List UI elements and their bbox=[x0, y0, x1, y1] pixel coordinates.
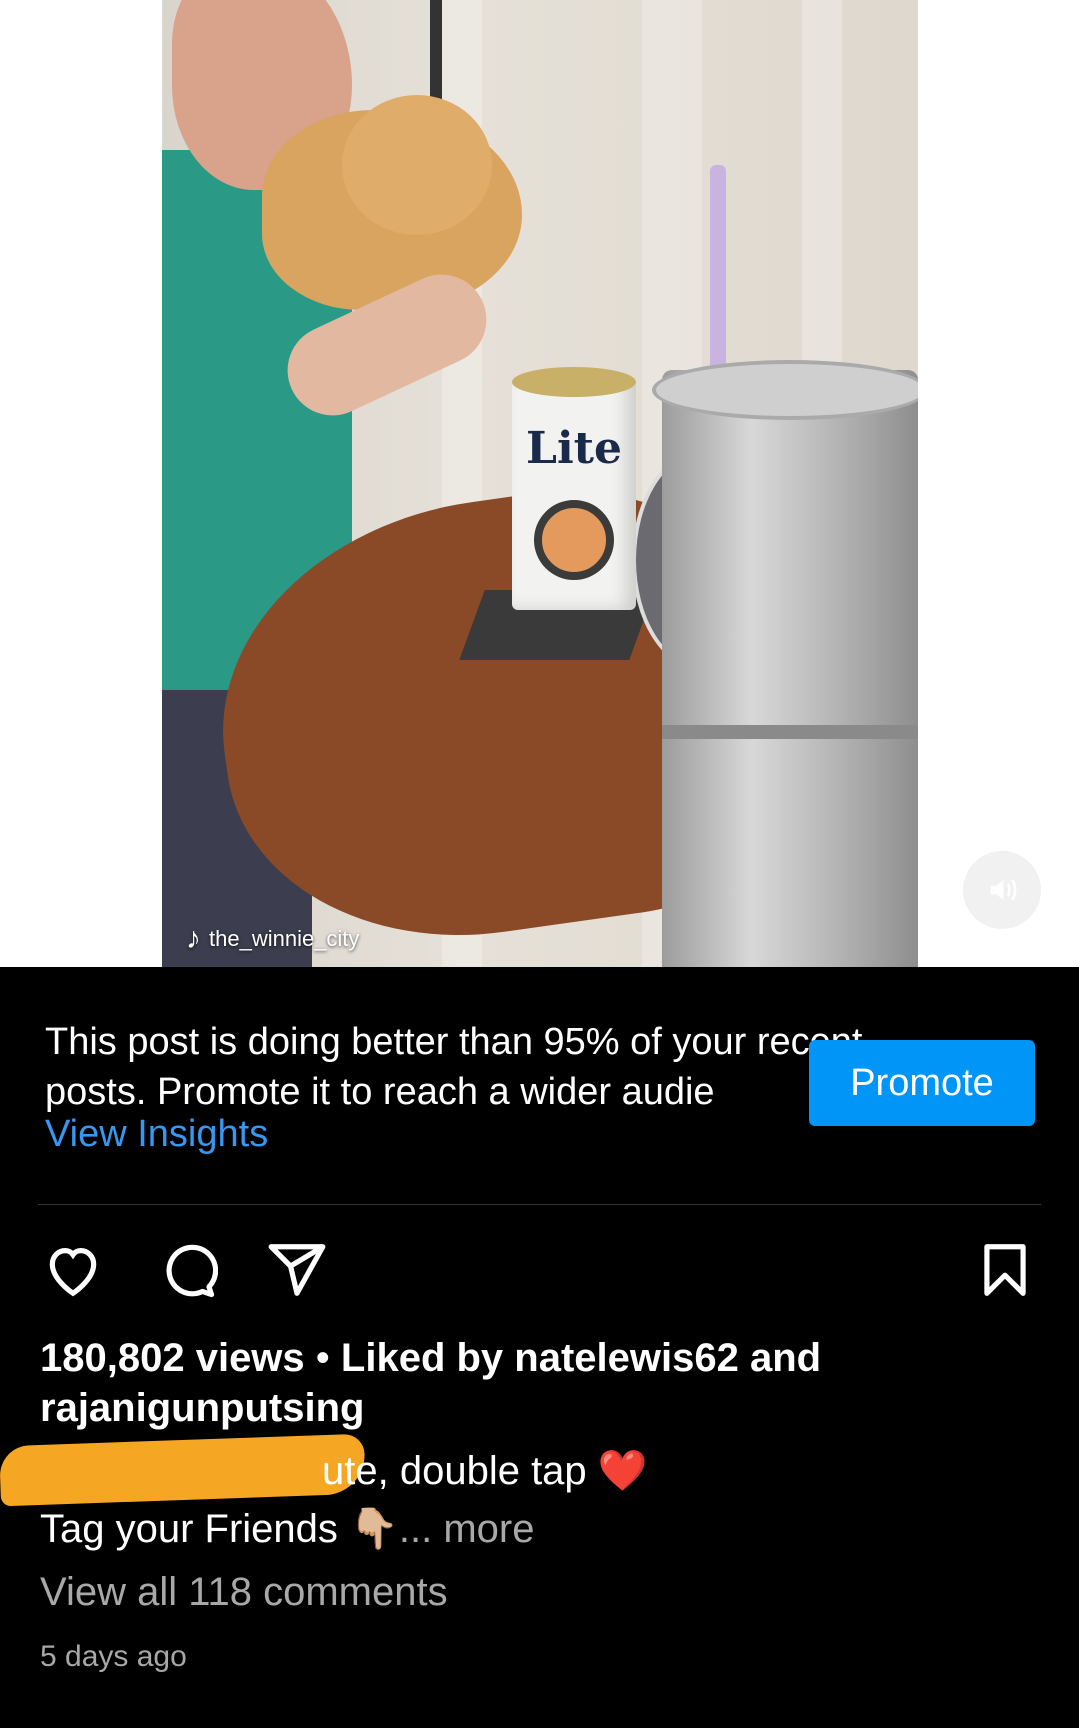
can-top bbox=[512, 367, 636, 397]
view-comments-link[interactable]: View all 118 comments bbox=[40, 1570, 448, 1615]
view-count[interactable]: 180,802 views bbox=[40, 1336, 305, 1380]
mute-button[interactable] bbox=[963, 851, 1041, 929]
caption-line: Tag your Friends 👇🏼... more bbox=[40, 1504, 534, 1554]
bookmark-icon bbox=[984, 1244, 1026, 1296]
can-logo bbox=[534, 500, 614, 580]
post-timestamp: 5 days ago bbox=[40, 1640, 187, 1673]
divider bbox=[38, 1204, 1041, 1205]
liked-by-prefix: Liked by bbox=[340, 1336, 515, 1380]
view-insights-link[interactable]: View Insights bbox=[45, 1113, 268, 1156]
tumbler-lid bbox=[652, 360, 918, 420]
comment-icon bbox=[166, 1244, 218, 1298]
can-label: Lite bbox=[526, 423, 622, 474]
volume-icon bbox=[990, 879, 1017, 901]
save-button[interactable] bbox=[970, 1235, 1040, 1305]
like-button[interactable] bbox=[38, 1235, 108, 1305]
beer-can: Lite bbox=[512, 367, 636, 610]
caption-text: Tag your Friends bbox=[40, 1507, 338, 1551]
send-icon bbox=[268, 1244, 326, 1296]
liked-user2-link[interactable]: rajanigunputsing bbox=[40, 1386, 364, 1430]
video-watermark: ♪ the_winnie_city bbox=[186, 922, 359, 956]
promote-button[interactable]: Promote bbox=[809, 1040, 1035, 1126]
separator: • bbox=[304, 1336, 341, 1380]
insights-banner: This post is doing better than 95% of yo… bbox=[0, 967, 1079, 1207]
liked-and: and bbox=[738, 1336, 822, 1380]
heart-icon bbox=[49, 1248, 97, 1297]
caption-text: ute, double tap bbox=[322, 1449, 587, 1493]
more-link[interactable]: ... more bbox=[399, 1507, 535, 1551]
tiktok-icon: ♪ bbox=[186, 922, 201, 955]
post-action-bar bbox=[0, 1235, 1079, 1305]
comment-button[interactable] bbox=[152, 1235, 222, 1305]
tumbler bbox=[652, 360, 918, 967]
heart-emoji: ❤️ bbox=[597, 1449, 648, 1493]
redaction-scribble bbox=[0, 1433, 366, 1507]
pointing-down-emoji: 👇🏼 bbox=[349, 1507, 399, 1551]
liked-user-link[interactable]: natelewis62 bbox=[514, 1336, 739, 1380]
caption-line: ute, double tap ❤️ bbox=[322, 1446, 648, 1496]
dog-head bbox=[342, 95, 492, 235]
post-media[interactable]: Lite ♪ the_winnie_city bbox=[0, 0, 1079, 967]
share-button[interactable] bbox=[262, 1235, 332, 1305]
watermark-username: the_winnie_city bbox=[209, 926, 360, 951]
likes-summary: 180,802 views • Liked by natelewis62 and… bbox=[40, 1333, 1040, 1433]
tumbler-band bbox=[662, 725, 918, 739]
video-player[interactable]: Lite ♪ the_winnie_city bbox=[162, 0, 918, 967]
